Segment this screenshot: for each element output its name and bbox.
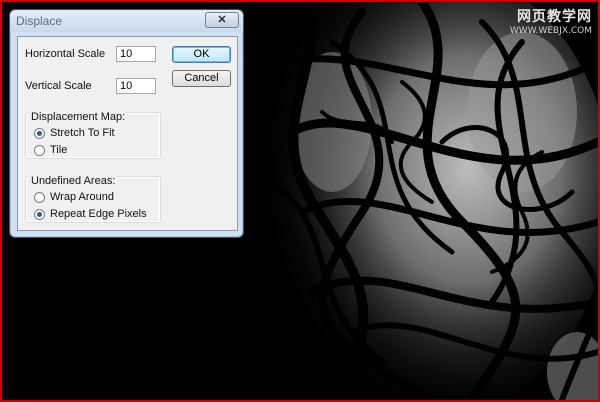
- undefined-areas-group: Undefined Areas: Wrap Around Repeat Edge…: [25, 175, 161, 223]
- site-watermark: 网页教学网 WWW.WEBJX.COM: [510, 6, 592, 36]
- wrap-around-radio[interactable]: [34, 191, 45, 203]
- tile-label: Tile: [50, 144, 68, 156]
- stretch-to-fit-label: Stretch To Fit: [50, 127, 115, 139]
- stretch-to-fit-radio[interactable]: [34, 127, 45, 139]
- close-button[interactable]: ✕: [205, 12, 239, 28]
- stretch-to-fit-option[interactable]: Stretch To Fit: [34, 127, 115, 139]
- displacement-map-group: Displacement Map: Stretch To Fit Tile: [25, 111, 161, 159]
- repeat-edge-pixels-label: Repeat Edge Pixels: [50, 208, 147, 220]
- dialog-body: Horizontal Scale Vertical Scale OK Cance…: [17, 36, 238, 231]
- tile-option[interactable]: Tile: [34, 144, 67, 156]
- undefined-areas-title: Undefined Areas:: [30, 175, 117, 187]
- repeat-edge-pixels-radio[interactable]: [34, 208, 45, 220]
- cancel-button[interactable]: Cancel: [172, 70, 231, 87]
- repeat-edge-pixels-option[interactable]: Repeat Edge Pixels: [34, 208, 147, 220]
- vertical-scale-input[interactable]: [116, 78, 156, 94]
- dialog-titlebar[interactable]: Displace ✕: [10, 10, 243, 32]
- horizontal-scale-label: Horizontal Scale: [25, 48, 106, 60]
- vertical-scale-label: Vertical Scale: [25, 80, 92, 92]
- displace-dialog: Displace ✕ Horizontal Scale Vertical Sca…: [9, 9, 244, 238]
- watermark-url: WWW.WEBJX.COM: [509, 26, 592, 36]
- wrap-around-label: Wrap Around: [50, 191, 115, 203]
- watermark-text: 网页教学网: [517, 9, 592, 25]
- horizontal-scale-input[interactable]: [116, 46, 156, 62]
- displacement-map-title: Displacement Map:: [30, 111, 127, 123]
- wrap-around-option[interactable]: Wrap Around: [34, 191, 114, 203]
- close-icon: ✕: [217, 13, 227, 26]
- dialog-title: Displace: [16, 14, 63, 28]
- ok-button[interactable]: OK: [172, 46, 231, 63]
- tile-radio[interactable]: [34, 144, 45, 156]
